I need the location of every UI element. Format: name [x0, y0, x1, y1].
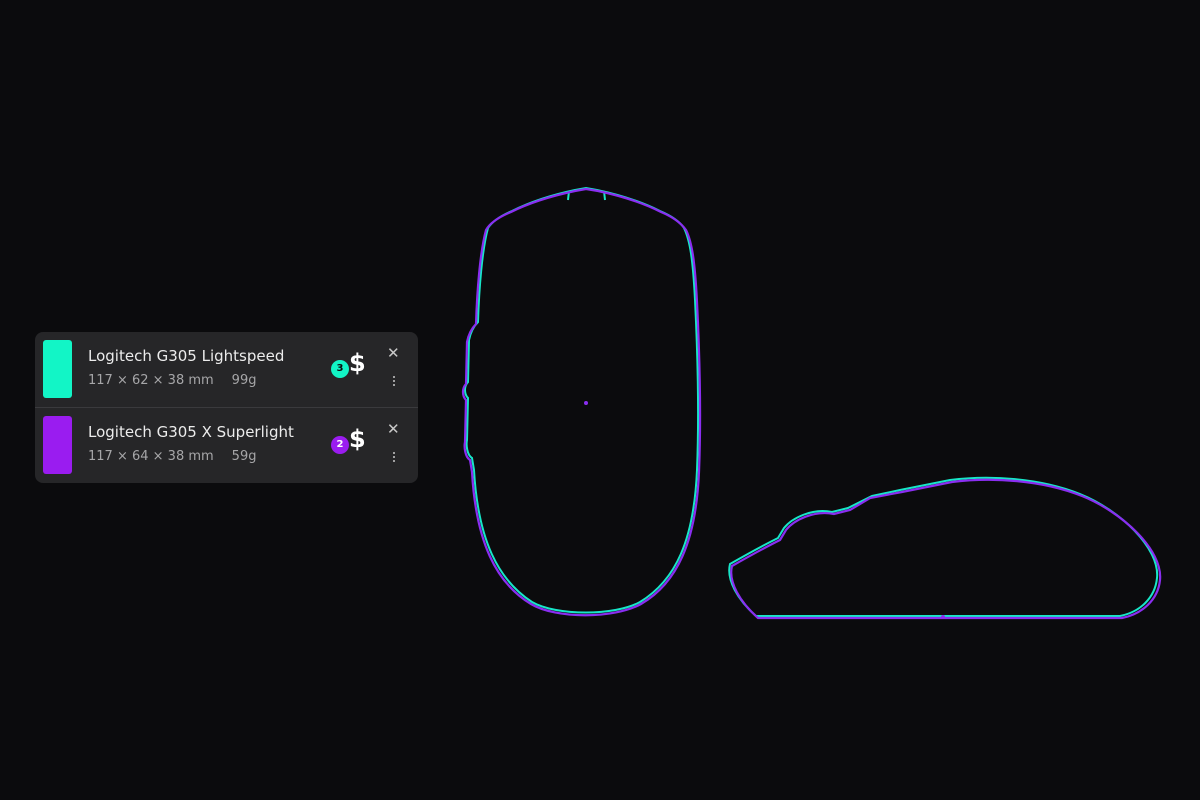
price-tier-badge: 2 [331, 436, 349, 454]
more-vertical-icon[interactable] [389, 452, 399, 466]
mouse-name: Logitech G305 X Superlight [88, 423, 294, 441]
mouse-specs: 117 × 62 × 38 mm 99g [88, 373, 256, 388]
mouse-dimensions: 117 × 62 × 38 mm [88, 373, 214, 388]
mouse-list-item[interactable]: Logitech G305 Lightspeed 117 × 62 × 38 m… [35, 332, 418, 407]
close-icon[interactable]: ✕ [387, 344, 400, 362]
more-vertical-icon[interactable] [389, 376, 399, 390]
mouse-side-center-dot [941, 615, 945, 619]
dollar-icon: $ [349, 349, 366, 377]
close-icon[interactable]: ✕ [387, 420, 400, 438]
mouse-list-item[interactable]: Logitech G305 X Superlight 117 × 64 × 38… [35, 407, 418, 483]
comparison-canvas: Logitech G305 Lightspeed 117 × 62 × 38 m… [0, 0, 1200, 800]
color-swatch[interactable] [43, 340, 72, 398]
mouse-top-center-dot [584, 401, 588, 405]
mouse-top-outline-purple [461, 187, 702, 617]
mouse-weight: 99g [231, 373, 257, 388]
mouse-weight: 59g [231, 449, 257, 464]
mouse-dimensions: 117 × 64 × 38 mm [88, 449, 214, 464]
mouse-side-outline-teal [728, 476, 1159, 617]
price-tier-badge: 3 [331, 360, 349, 378]
color-swatch[interactable] [43, 416, 72, 474]
mouse-top-outline-teal [464, 186, 700, 614]
mouse-specs: 117 × 64 × 38 mm 59g [88, 449, 256, 464]
mouse-name: Logitech G305 Lightspeed [88, 347, 285, 365]
dollar-icon: $ [349, 425, 366, 453]
mouse-list-panel: Logitech G305 Lightspeed 117 × 62 × 38 m… [35, 332, 418, 483]
